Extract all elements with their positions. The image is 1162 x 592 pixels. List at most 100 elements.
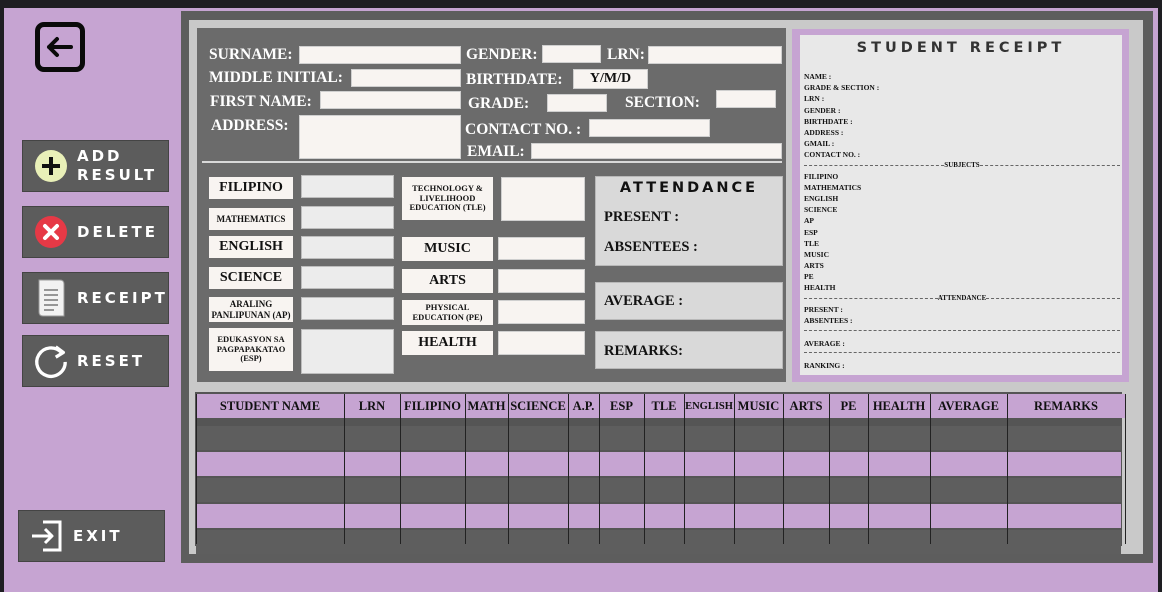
contact-label: CONTACT NO. :: [465, 121, 582, 138]
reset-button[interactable]: RESET: [22, 335, 169, 387]
arts-label: ARTS: [402, 269, 493, 293]
table-row[interactable]: [196, 504, 1121, 528]
receipt-line: GENDER :: [804, 105, 841, 115]
column-divider: [196, 394, 197, 544]
gender-label: GENDER:: [466, 46, 538, 63]
column-divider: [783, 394, 784, 544]
tle-grade-input[interactable]: [501, 177, 585, 221]
receipt-button[interactable]: RECEIPT: [22, 272, 169, 324]
receipt-line: BIRTHDATE :: [804, 116, 853, 126]
column-header: AVERAGE: [930, 394, 1007, 418]
column-header: STUDENT NAME: [196, 394, 344, 418]
column-header: ARTS: [783, 394, 829, 418]
health-label: HEALTH: [402, 331, 493, 355]
receipt-subject: MUSIC: [804, 249, 830, 259]
receipt-absentees: ABSENTEES :: [804, 316, 853, 325]
address-label: ADDRESS:: [211, 117, 289, 134]
receipt-present: PRESENT :: [804, 305, 843, 314]
receipt-line: GMAIL :: [804, 139, 835, 149]
column-divider: [508, 394, 509, 544]
exit-label: EXIT: [73, 526, 123, 545]
column-header: HEALTH: [868, 394, 930, 418]
table-row[interactable]: [196, 530, 1121, 554]
column-divider: [599, 394, 600, 544]
column-divider: [1125, 394, 1126, 544]
english-label: ENGLISH: [209, 236, 293, 258]
receipt-attendance-divider: ATTENDANCE: [804, 294, 1120, 302]
middle-initial-input[interactable]: [351, 69, 461, 87]
email-input[interactable]: [531, 143, 782, 159]
section-input[interactable]: [716, 90, 776, 108]
column-divider: [400, 394, 401, 544]
attendance-title: ATTENDANCE: [619, 180, 759, 196]
reset-icon: [33, 343, 69, 379]
delete-label: DELETE: [77, 222, 158, 241]
delete-x-icon: [33, 214, 69, 250]
table-row[interactable]: [196, 478, 1121, 502]
form-divider: [202, 161, 782, 163]
receipt-line: NAME :: [804, 72, 832, 81]
receipt-subject: HEALTH: [804, 283, 836, 292]
receipt-subject: TLE: [804, 238, 820, 248]
ap-grade-input[interactable]: [301, 297, 394, 320]
first-name-input[interactable]: [320, 91, 461, 109]
birthdate-input[interactable]: Y/M/D: [573, 69, 648, 89]
gender-input[interactable]: [542, 45, 601, 63]
receipt-subject: PE: [804, 271, 814, 281]
receipt-icon: [33, 279, 69, 317]
receipt-line: ADDRESS :: [804, 128, 844, 137]
column-header: ESP: [599, 394, 644, 418]
surname-input[interactable]: [299, 46, 461, 64]
remarks-label: REMARKS:: [604, 343, 683, 359]
filipino-grade-input[interactable]: [301, 175, 394, 198]
plus-circle-icon: [33, 148, 69, 184]
delete-button[interactable]: DELETE: [22, 206, 169, 258]
back-arrow-icon: [47, 37, 73, 57]
receipt-attendance-heading: ATTENDANCE: [937, 294, 987, 302]
surname-label: SURNAME:: [209, 46, 293, 63]
exit-icon: [29, 518, 65, 554]
music-label: MUSIC: [402, 237, 493, 261]
receipt-line: GRADE & SECTION :: [804, 83, 880, 93]
column-header: LRN: [344, 394, 400, 418]
grade-label: GRADE:: [468, 95, 530, 112]
address-input[interactable]: [299, 115, 461, 159]
receipt-subject: ENGLISH: [804, 194, 839, 204]
receipt-divider: [804, 330, 1120, 331]
tle-label: TECHNOLOGY & LIVELIHOOD EDUCATION (TLE): [402, 177, 493, 220]
column-divider: [344, 394, 345, 544]
receipt-divider: [804, 352, 1120, 353]
mathematics-label: MATHEMATICS: [209, 208, 293, 230]
arts-grade-input[interactable]: [498, 269, 585, 293]
mathematics-grade-input[interactable]: [301, 206, 394, 229]
lrn-input[interactable]: [648, 46, 782, 64]
ap-label: ARALING PANLIPUNAN (AP): [209, 297, 293, 322]
table-row[interactable]: [196, 452, 1121, 476]
grade-input[interactable]: [547, 94, 607, 112]
pe-grade-input[interactable]: [498, 300, 585, 324]
add-result-button[interactable]: ADD RESULT: [22, 140, 169, 192]
column-header: FILIPINO: [400, 394, 465, 418]
average-label: AVERAGE :: [604, 293, 684, 309]
contact-input[interactable]: [589, 119, 710, 137]
column-divider: [644, 394, 645, 544]
column-header: TLE: [644, 394, 684, 418]
column-header: MUSIC: [734, 394, 783, 418]
science-label: SCIENCE: [209, 267, 293, 289]
column-header: PE: [829, 394, 868, 418]
receipt-label: RECEIPT: [77, 288, 168, 307]
back-button[interactable]: [35, 22, 85, 72]
receipt-subjects-heading: SUBJECTS: [944, 161, 980, 169]
column-header: A.P.: [568, 394, 599, 418]
health-grade-input[interactable]: [498, 331, 585, 355]
exit-button[interactable]: EXIT: [18, 510, 165, 562]
column-divider: [734, 394, 735, 544]
english-grade-input[interactable]: [301, 236, 394, 259]
esp-grade-input[interactable]: [301, 329, 394, 374]
receipt-subject: AP: [804, 216, 814, 226]
column-divider: [465, 394, 466, 544]
science-grade-input[interactable]: [301, 266, 394, 289]
music-grade-input[interactable]: [498, 237, 585, 260]
table-row[interactable]: [196, 426, 1121, 450]
column-divider: [829, 394, 830, 544]
